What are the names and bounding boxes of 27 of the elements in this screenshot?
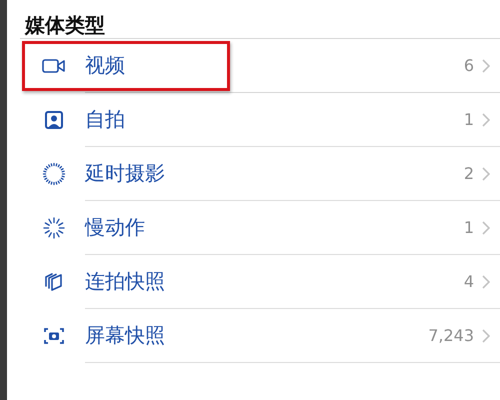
chevron-icon (482, 220, 490, 234)
item-label: 慢动作 (85, 214, 146, 241)
item-count: 4 (464, 272, 474, 291)
item-label: 自拍 (85, 106, 126, 133)
section-title: 媒体类型 (24, 12, 106, 38)
chevron-icon (482, 166, 490, 180)
item-label: 延时摄影 (85, 160, 166, 187)
list-item[interactable]: 延时摄影 2 (20, 147, 500, 201)
item-label: 视频 (85, 52, 126, 79)
item-count: 2 (464, 164, 474, 183)
list-item[interactable]: 屏幕快照 7,243 (20, 309, 500, 363)
list-item[interactable]: 视频 6 (20, 39, 500, 93)
list-item[interactable]: 连拍快照 4 (20, 255, 500, 309)
item-count: 1 (464, 218, 474, 237)
item-count: 1 (464, 110, 474, 129)
item-count: 6 (464, 56, 474, 75)
dashed-circle-icon (42, 216, 66, 240)
chevron-icon (482, 328, 490, 342)
dotted-circle-icon (42, 162, 66, 186)
list-item[interactable]: 自拍 1 (20, 93, 500, 147)
item-label: 屏幕快照 (85, 322, 166, 349)
item-count: 7,243 (428, 326, 474, 345)
chevron-icon (482, 58, 490, 72)
list-item[interactable]: 慢动作 1 (20, 201, 500, 255)
chevron-icon (482, 274, 490, 288)
item-label: 连拍快照 (85, 268, 166, 295)
chevron-icon (482, 112, 490, 126)
